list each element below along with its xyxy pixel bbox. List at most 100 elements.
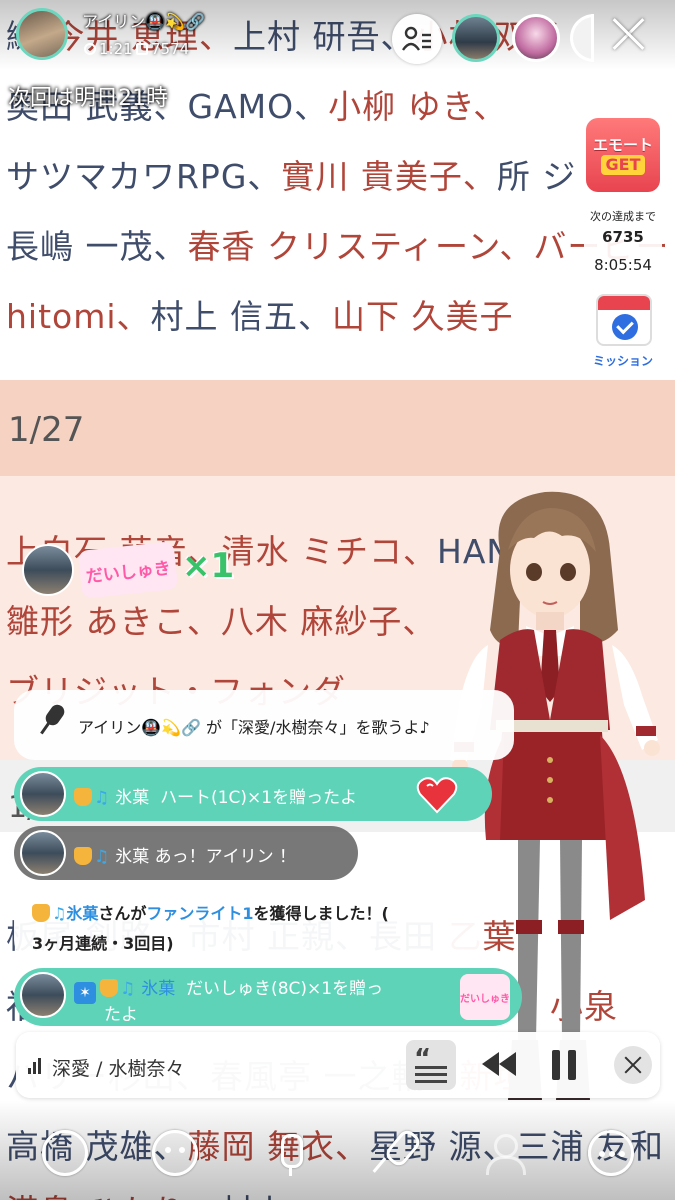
goal-time: 8:05:54 [594,256,652,274]
system-line-1: ♫氷菓さんがファンライト1を獲得しました！( [32,900,389,924]
now-playing-title: 深愛 / 水樹奈々 [52,1058,185,1080]
mission-label: ミッション [592,354,653,368]
microphone-icon [42,701,68,729]
pause-icon[interactable] [552,1050,578,1080]
streamer-badges: 🚇💫🔗 [145,12,205,31]
goal-counter: 次の達成まで 6735 8:05:54 [584,200,662,282]
lyrics-button[interactable]: “ [406,1040,456,1090]
mission-button[interactable]: ミッション [586,292,660,372]
equalizer-icon [28,1058,44,1074]
chat-text: あっ！アイリン ！ [154,847,297,867]
music-note-icon: ♫ [120,979,136,999]
system-text: を獲得しました！( [253,904,389,923]
daishuki-gift-icon: だいしゅき [460,974,510,1020]
system-line-2: 3ヶ月連続・3回目) [32,934,174,953]
elapsed-value: 1:21 [99,40,133,58]
doc-line: サツマカワRPG、實川 貴美子、所 ジ [6,150,576,198]
gift-message-line: ♫ 氷菓 ハート(1C)×1を贈ったよ [74,783,357,808]
cat-icon [100,979,118,997]
people-list-icon [402,26,431,51]
chat-username[interactable]: 氷菓 [141,979,175,999]
close-player-icon[interactable] [614,1046,652,1084]
chat-text: ハート(1C)×1を贈ったよ [160,788,358,808]
doc-name: 山下 久美子 [332,297,514,336]
chat-username[interactable]: 氷菓 [66,904,98,923]
streamer-name-text: アイリン [82,12,146,31]
points-count: 7574 [136,40,189,58]
next-stream-notice: 次回は明日21時 [8,86,168,111]
points-value: 7574 [151,40,190,58]
doc-name: 村上 信五、 [150,297,333,336]
comment-line: ♫ 氷菓 あっ！アイリン ！ [74,842,296,867]
calendar-check-icon [596,294,652,346]
close-icon[interactable] [607,12,651,56]
gift-sender-avatar [22,544,74,596]
gift-badge: だいしゅき ×1 [22,541,234,599]
points-icon [136,43,148,55]
goal-label: 次の達成まで [590,210,656,223]
clock-icon [84,43,96,55]
song-request-text: アイリン🚇💫🔗 が「深愛/水樹奈々」を歌うよ♪ [78,718,430,737]
chat-username[interactable]: 氷菓 [115,847,149,867]
doc-name: 春香 クリスティーン、 [187,227,534,266]
music-note-icon: ♫ [94,847,110,867]
doc-line: hitomi、村上 信五、山下 久美子 [6,290,514,338]
doc-name: hitomi、 [6,297,151,336]
viewer-list-button[interactable] [392,14,442,64]
daishuki-gift-logo: だいしゅき [77,541,179,599]
microphone-icon[interactable] [268,1130,314,1176]
elapsed-time: 1:21 [84,40,133,58]
user-avatar[interactable] [20,972,66,1018]
chat-text-line-2: たよ [104,1005,138,1025]
emote-icon[interactable] [152,1130,198,1176]
doc-line: 長嶋 一茂、春香 クリスティーン、バービー [6,220,669,268]
date-band-1127: 1/27 [0,380,675,476]
gift-multiplier: ×1 [182,546,235,586]
song-request-message: アイリン🚇💫🔗 が「深愛/水樹奈々」を歌うよ♪ [14,690,514,760]
music-note-icon: ♫ [52,904,67,923]
cat-icon [32,904,50,922]
cat-icon [74,788,92,806]
chat-text: だいしゅき(8C)×1を贈っ [186,979,384,999]
heart-gift-icon [416,777,458,814]
doc-line: 雛形 あきこ、八木 麻紗子、 [6,595,436,643]
fanlight-link[interactable]: ファンライト1 [146,904,253,923]
chat-message-gift: ✶ ♫ 氷菓 だいしゅき(8C)×1を贈っ たよ だいしゅき [14,968,522,1026]
cat-icon [74,847,92,865]
emote-label: エモート [592,136,653,154]
viewer-avatar[interactable] [512,14,560,62]
chat-username[interactable]: 氷菓 [115,788,149,808]
star-badge-icon: ✶ [74,982,96,1004]
doc-name: GAMO、 [187,87,329,126]
doc-name: 清水 ミチコ、 [221,532,437,571]
doc-name: 小柳 ゆき、 [328,87,508,126]
rewind-icon[interactable] [482,1052,520,1078]
collab-users-icon[interactable] [480,1130,526,1176]
doc-name: 長嶋 一茂、 [6,227,188,266]
emote-get-label: GET [600,155,646,175]
doc-name: 雛形 あきこ、 [6,602,221,641]
music-note-icon: ♫ [94,788,110,808]
doc-name: サツマカワRPG、 [6,157,282,196]
doc-name: 實川 貴美子、 [281,157,497,196]
quote-icon: “ [414,1044,432,1074]
user-avatar[interactable] [20,830,66,876]
sing-microphone-icon[interactable] [370,1130,416,1176]
more-icon[interactable] [588,1130,634,1176]
system-text: さんが [98,904,147,923]
viewer-avatar[interactable] [452,14,500,62]
goal-count: 6735 [602,228,644,246]
doc-name: 八木 麻紗子、 [220,602,437,641]
system-message: ♫氷菓さんがファンライト1を獲得しました！( 3ヶ月連続・3回目) [14,886,484,962]
emote-get-button[interactable]: エモート GET [586,118,660,192]
chat-message-comment: ♫ 氷菓 あっ！アイリン ！ [14,826,358,880]
doc-name: 所 ジ [496,157,577,196]
comment-icon[interactable] [42,1130,88,1176]
streamer-avatar[interactable] [16,8,68,60]
date-label: 1/27 [8,410,85,450]
user-avatar[interactable] [20,771,66,817]
streamer-name[interactable]: アイリン🚇💫🔗 [82,8,205,32]
music-player-bar: 深愛 / 水樹奈々 “ [16,1032,660,1098]
